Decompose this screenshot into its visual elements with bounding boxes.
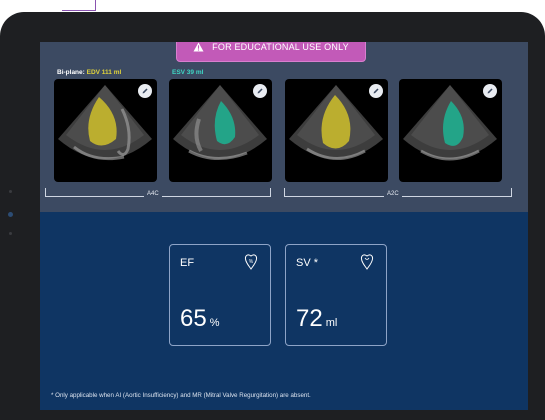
a2c-esv-clip[interactable]: [399, 79, 502, 182]
heart-percent-icon: %: [244, 254, 258, 270]
tablet-sensor: [9, 190, 12, 193]
edit-icon[interactable]: [138, 84, 152, 98]
a4c-edv-clip[interactable]: [54, 79, 157, 182]
ef-card: EF % 65%: [169, 244, 271, 346]
ef-value: 65%: [180, 305, 219, 333]
a2c-edv-clip[interactable]: [285, 79, 388, 182]
edit-icon[interactable]: [369, 84, 383, 98]
edv-value: EDV 111 ml: [86, 69, 122, 76]
ef-label: EF: [180, 257, 195, 269]
edit-icon[interactable]: [253, 84, 267, 98]
educational-banner: FOR EDUCATIONAL USE ONLY: [176, 42, 366, 62]
ef-unit: %: [209, 317, 220, 329]
sv-label: SV *: [296, 257, 319, 269]
tablet-frame: Bi-plane: EDV 111 ml ESV 39 ml A4C A2C F…: [0, 12, 545, 420]
app-screen: Bi-plane: EDV 111 ml ESV 39 ml A4C A2C F…: [40, 42, 528, 410]
clips-panel: Bi-plane: EDV 111 ml ESV 39 ml A4C A2C: [40, 42, 528, 212]
callout-line: [95, 0, 96, 10]
sv-unit: ml: [325, 317, 338, 329]
warning-icon: [193, 42, 204, 52]
edit-icon[interactable]: [483, 84, 497, 98]
biplane-edv-label: Bi-plane: EDV 111 ml: [57, 69, 121, 76]
sv-number: 72: [296, 305, 323, 332]
tablet-sensor: [9, 232, 12, 235]
sv-card: SV * 72 ml: [285, 244, 387, 346]
tablet-camera: [8, 212, 13, 217]
a4c-esv-clip[interactable]: [169, 79, 272, 182]
heart-icon: [360, 254, 374, 270]
ef-number: 65: [180, 305, 207, 332]
svg-text:%: %: [249, 259, 254, 265]
a2c-label: A2C: [384, 191, 402, 197]
a4c-label: A4C: [144, 191, 162, 197]
esv-value: ESV 39 ml: [172, 69, 204, 76]
banner-text: FOR EDUCATIONAL USE ONLY: [212, 42, 349, 52]
footnote: * Only applicable when AI (Aortic Insuff…: [51, 392, 311, 399]
sv-value: 72 ml: [296, 305, 337, 333]
biplane-prefix: Bi-plane:: [57, 69, 85, 76]
callout-line-horizontal: [62, 10, 96, 11]
